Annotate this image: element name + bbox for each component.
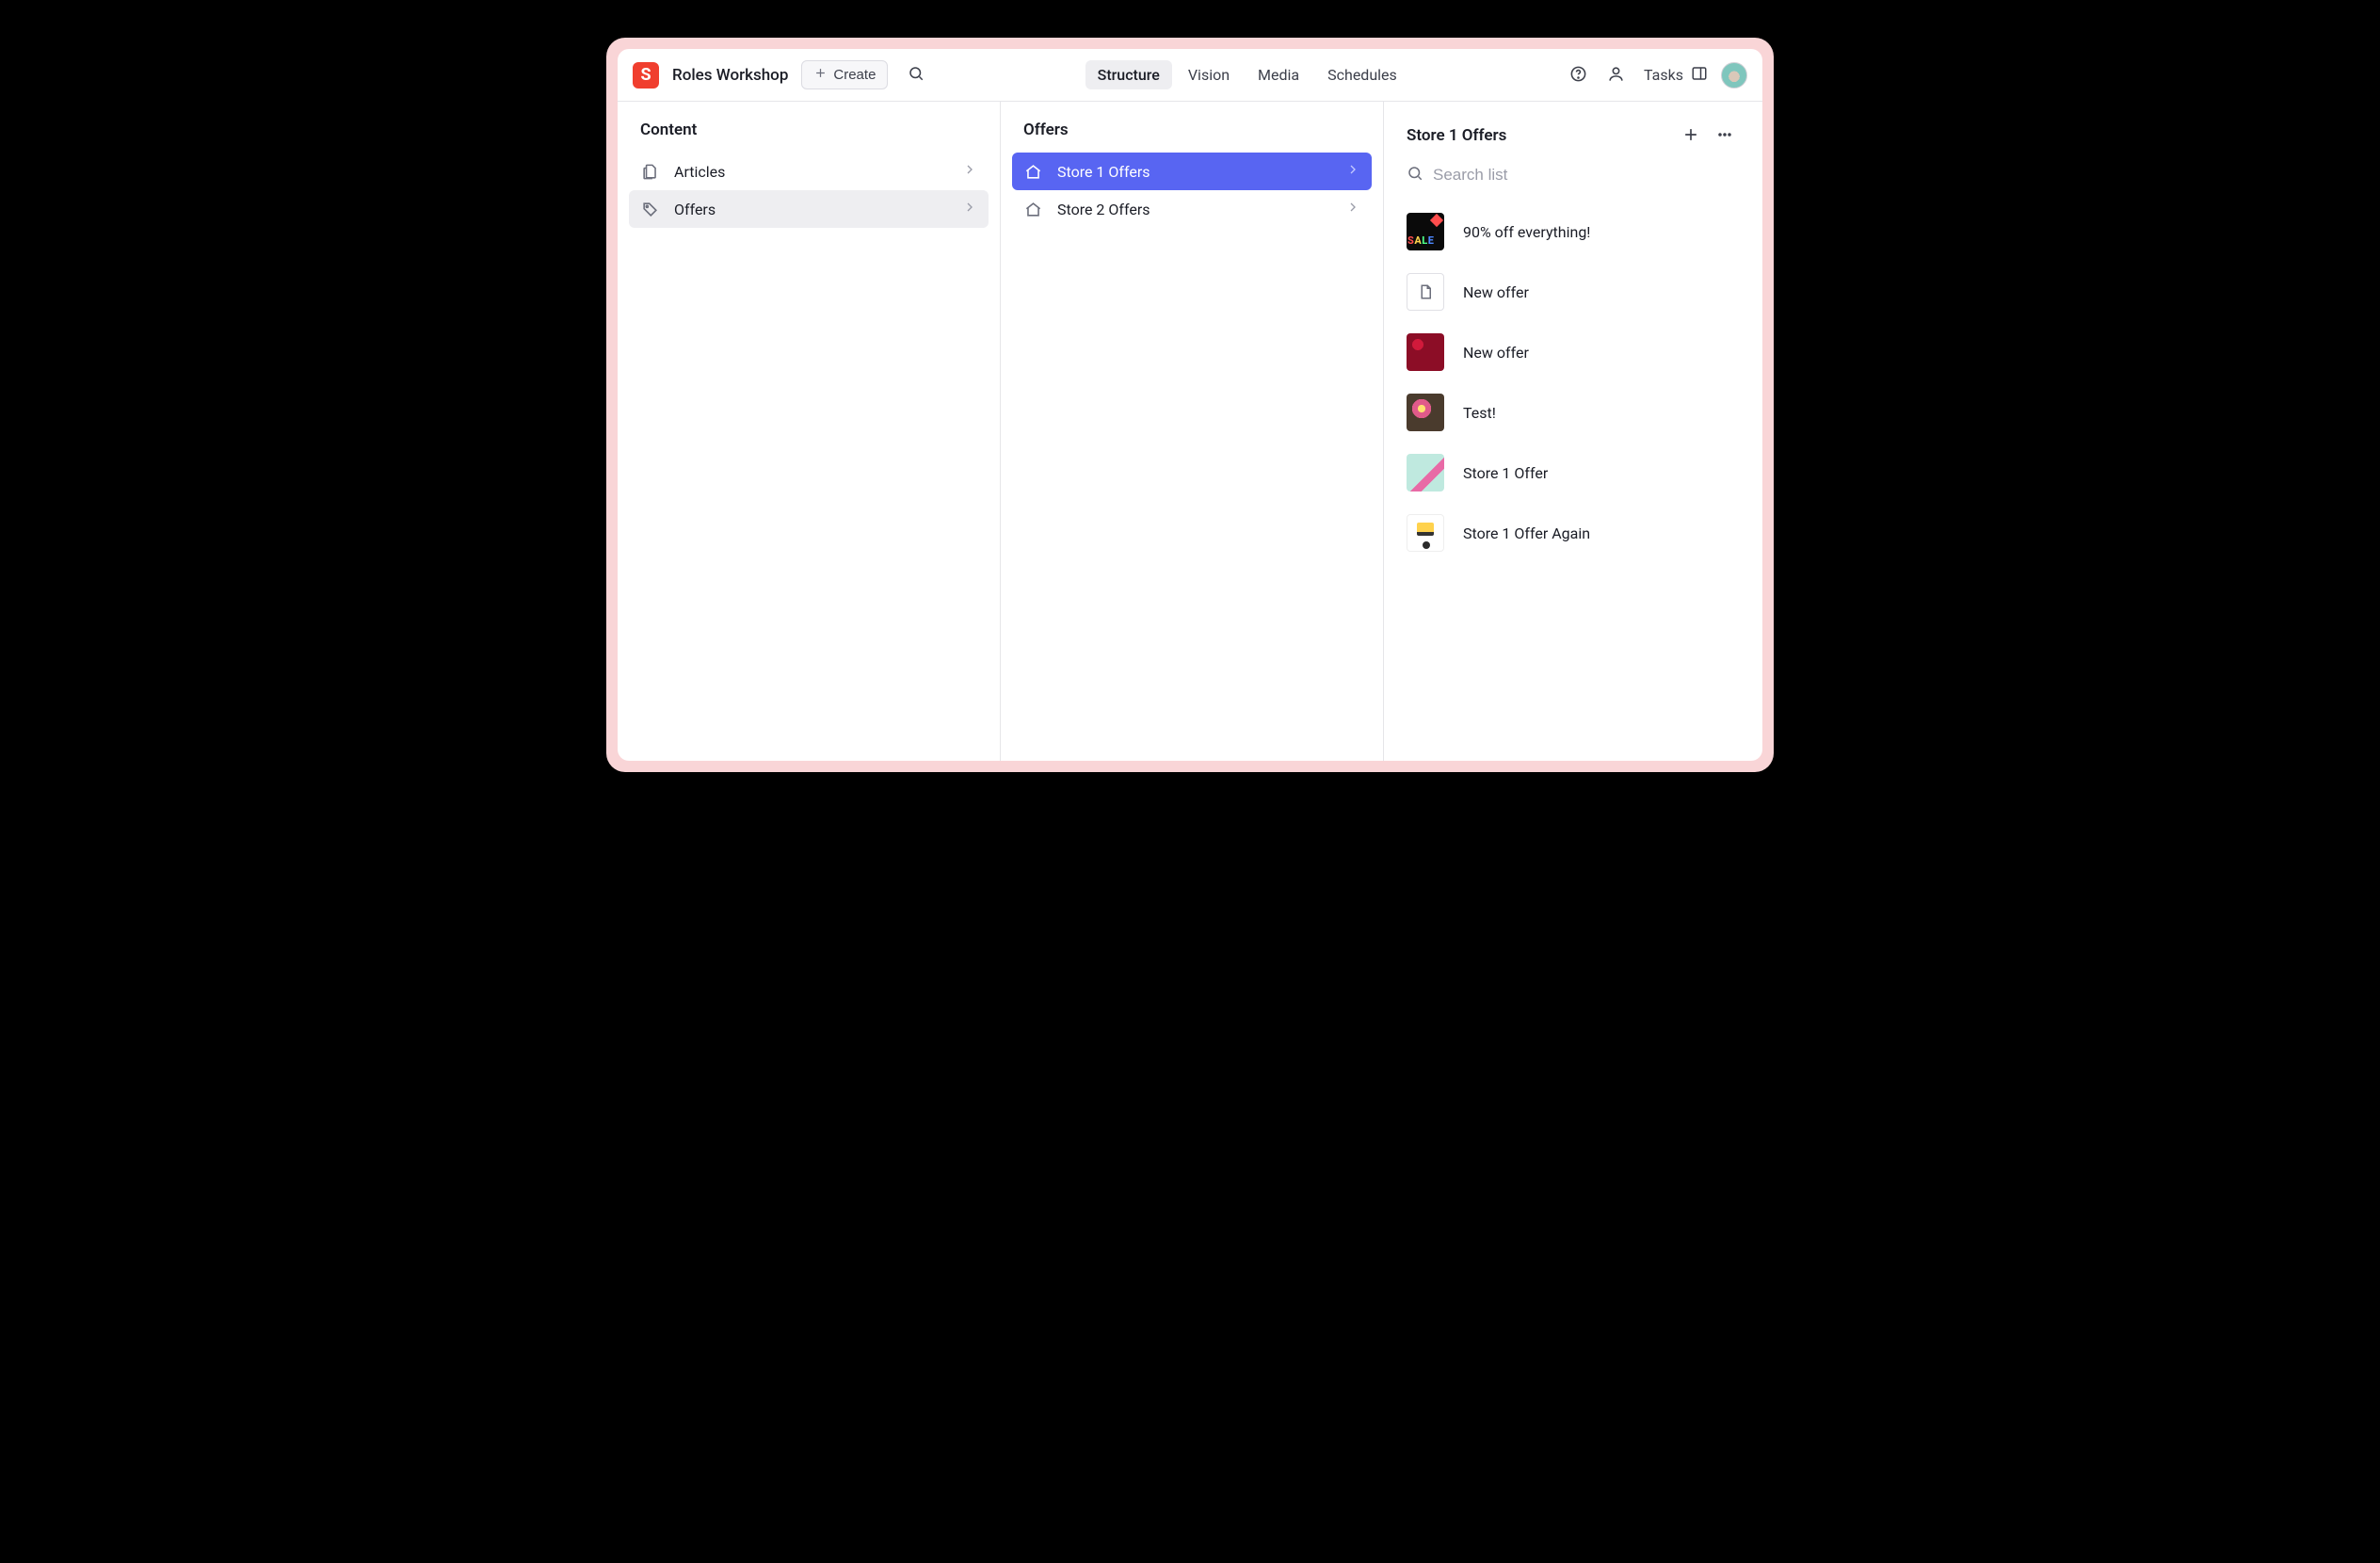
document-row[interactable]: Store 1 Offer Again (1399, 503, 1747, 563)
offers-item-label: Store 2 Offers (1057, 201, 1330, 218)
document-title: Test! (1463, 404, 1496, 422)
content-item-label: Offers (674, 201, 947, 218)
pane-content-title: Content (640, 121, 697, 139)
search-icon (908, 65, 925, 85)
help-icon (1569, 65, 1587, 86)
documents-icon (640, 163, 659, 181)
chevron-right-icon (962, 200, 977, 218)
nav-tab-schedules[interactable]: Schedules (1315, 60, 1409, 89)
document-thumbnail (1407, 273, 1444, 311)
nav-tab-structure[interactable]: Structure (1085, 60, 1172, 89)
add-document-button[interactable] (1676, 121, 1706, 151)
offers-item-store2[interactable]: Store 2 Offers (1012, 190, 1372, 228)
document-list: 90% off everything! New offer New offer (1384, 196, 1762, 569)
pane-document-list: Store 1 Offers (1384, 102, 1762, 761)
home-icon (1023, 163, 1042, 181)
panes: Content Articles (618, 102, 1762, 761)
document-thumbnail (1407, 514, 1444, 552)
content-item-articles[interactable]: Articles (629, 153, 989, 190)
chevron-right-icon (962, 162, 977, 181)
sidebar-toggle-icon (1691, 65, 1708, 86)
app-shell: S Roles Workshop Create Structure Vision… (618, 49, 1762, 761)
document-thumbnail (1407, 454, 1444, 491)
search-icon (1407, 165, 1423, 185)
document-thumbnail (1407, 394, 1444, 431)
chevron-right-icon (1345, 200, 1360, 218)
document-title: Store 1 Offer Again (1463, 524, 1590, 542)
tasks-button[interactable]: Tasks (1638, 61, 1713, 89)
topbar-right: Tasks (1563, 60, 1747, 90)
nav-tab-vision[interactable]: Vision (1176, 60, 1242, 89)
pane-list-actions (1676, 121, 1740, 151)
pane-list-title: Store 1 Offers (1407, 126, 1506, 145)
workspace-name[interactable]: Roles Workshop (672, 66, 788, 85)
document-row[interactable]: New offer (1399, 262, 1747, 322)
presence-button[interactable] (1600, 60, 1631, 90)
pane-content: Content Articles (618, 102, 1001, 761)
document-row[interactable]: Test! (1399, 382, 1747, 443)
document-title: New offer (1463, 344, 1529, 362)
pane-menu-button[interactable] (1710, 121, 1740, 151)
home-icon (1023, 201, 1042, 218)
create-label: Create (833, 67, 876, 83)
topbar: S Roles Workshop Create Structure Vision… (618, 49, 1762, 102)
window-frame: S Roles Workshop Create Structure Vision… (606, 38, 1774, 772)
pane-content-body: Articles Offers (618, 149, 1000, 232)
offers-item-store1[interactable]: Store 1 Offers (1012, 153, 1372, 190)
document-title: New offer (1463, 283, 1529, 301)
create-button[interactable]: Create (801, 60, 888, 89)
pane-offers-title: Offers (1023, 121, 1069, 139)
search-button[interactable] (901, 60, 931, 90)
document-title: Store 1 Offer (1463, 464, 1548, 482)
pane-list-header: Store 1 Offers (1384, 102, 1762, 160)
ellipsis-icon (1715, 125, 1734, 147)
app-logo[interactable]: S (633, 62, 659, 89)
search-list-input[interactable] (1433, 160, 1740, 190)
offers-item-label: Store 1 Offers (1057, 163, 1330, 181)
document-thumbnail (1407, 333, 1444, 371)
user-icon (1607, 65, 1625, 86)
nav-tab-media[interactable]: Media (1246, 60, 1311, 89)
document-row[interactable]: New offer (1399, 322, 1747, 382)
help-button[interactable] (1563, 60, 1593, 90)
document-row[interactable]: Store 1 Offer (1399, 443, 1747, 503)
content-item-label: Articles (674, 163, 947, 181)
user-avatar[interactable] (1721, 62, 1747, 89)
pane-offers: Offers Store 1 Offers (1001, 102, 1384, 761)
plus-icon (1681, 125, 1700, 147)
pane-offers-body: Store 1 Offers Store 2 Offers (1001, 149, 1383, 232)
plus-icon (813, 66, 828, 84)
chevron-right-icon (1345, 162, 1360, 181)
search-wrap (1384, 160, 1762, 196)
pane-offers-header: Offers (1001, 102, 1383, 149)
tag-icon (640, 201, 659, 218)
pane-content-header: Content (618, 102, 1000, 149)
nav-tabs: Structure Vision Media Schedules (944, 60, 1550, 89)
content-item-offers[interactable]: Offers (629, 190, 989, 228)
document-title: 90% off everything! (1463, 223, 1590, 241)
document-thumbnail (1407, 213, 1444, 250)
tasks-label: Tasks (1644, 66, 1683, 84)
document-row[interactable]: 90% off everything! (1399, 201, 1747, 262)
